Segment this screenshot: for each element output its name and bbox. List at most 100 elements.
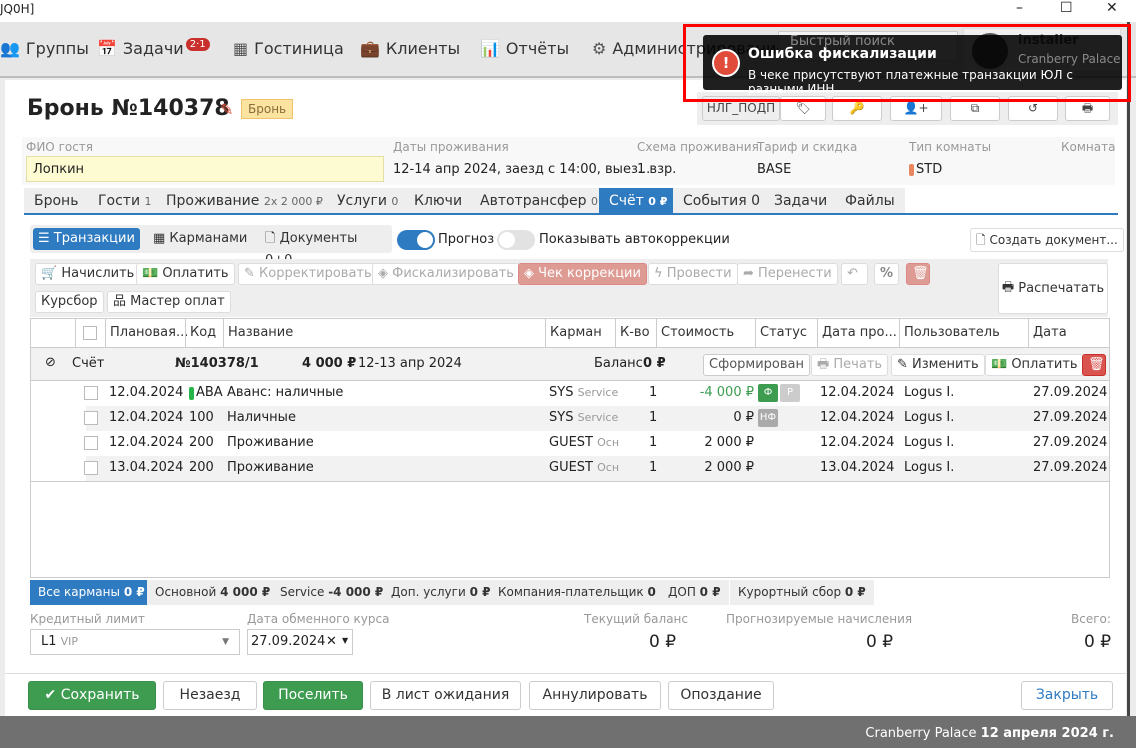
pocket-tab-main[interactable]: Основной 4 000 ₽	[147, 580, 279, 605]
col-name[interactable]: Название	[223, 319, 293, 347]
col-pocket[interactable]: Карман	[545, 319, 602, 347]
col-cost[interactable]: Стоимость	[656, 319, 734, 347]
checkin-button[interactable]: Поселить	[263, 681, 363, 710]
print-button[interactable]: 🖶 Распечатать	[998, 263, 1108, 314]
briefcase-icon: 💼	[360, 39, 380, 58]
cell-user: Logus I.	[904, 460, 955, 475]
credit-limit-select[interactable]: L1 VIP ▼	[30, 629, 240, 655]
pocket-tab-dop[interactable]: ДОП 0 ₽	[660, 580, 729, 605]
row-checkbox[interactable]	[84, 386, 98, 400]
tab-bill[interactable]: Счёт 0 ₽	[599, 188, 678, 214]
row-checkbox[interactable]	[84, 411, 98, 425]
print-label: Распечатать	[1018, 281, 1105, 296]
cell-cost: -4 000 ₽	[699, 385, 754, 400]
row-checkbox[interactable]	[84, 461, 98, 475]
nav-groups[interactable]: 👥 Группы	[0, 39, 89, 58]
cell-name: Аванс: наличные	[227, 385, 344, 400]
undo-icon[interactable]: ↶	[841, 263, 868, 285]
nav-tasks[interactable]: 📅 Задачи 2·1	[97, 38, 210, 58]
tab-guests[interactable]: Гости 1	[88, 188, 162, 214]
late-button[interactable]: Опоздание	[668, 681, 774, 710]
correction-check-button[interactable]: ◈ Чек коррекции	[518, 263, 647, 285]
pocket-tab-all[interactable]: Все карманы 0 ₽	[30, 580, 153, 605]
pocket-tab-company[interactable]: Компания-плательщик 0 ₽	[490, 580, 677, 605]
delete-icon[interactable]: 🗑	[906, 263, 930, 285]
tab-keys[interactable]: Ключи	[404, 188, 473, 214]
row-checkbox[interactable]	[84, 436, 98, 450]
percent-button[interactable]: %	[874, 263, 899, 285]
tab-events[interactable]: События 0	[673, 188, 771, 214]
col-status[interactable]: Статус	[755, 319, 807, 347]
maximize-button[interactable]: ☐	[1060, 0, 1073, 16]
pay-button[interactable]: 💵 Оплатить	[136, 263, 235, 285]
subtab-pockets[interactable]: ▦ Карманами	[148, 228, 252, 250]
cancel-booking-button[interactable]: Аннулировать	[529, 681, 661, 710]
forecast-toggle[interactable]	[397, 230, 435, 250]
rate-value[interactable]: BASE	[757, 162, 791, 177]
charge-button[interactable]: 🛒 Начислить	[35, 263, 141, 285]
table-row[interactable]: 12.04.2024 100 Наличные SYS Service 1 0 …	[84, 406, 1109, 431]
scheme-value[interactable]: 1 взр.	[637, 162, 676, 177]
waitlist-button[interactable]: В лист ожидания	[370, 681, 521, 710]
autocorrection-label: Показывать автокоррекции	[539, 232, 730, 247]
col-code[interactable]: Код	[185, 319, 216, 347]
bill-delete-icon[interactable]: 🗑	[1082, 354, 1106, 376]
pocket-tab-resort-fee[interactable]: Курортный сбор 0 ₽	[730, 580, 874, 605]
collapse-icon[interactable]: ⊘	[45, 355, 56, 370]
post-button[interactable]: ϟ Провести	[648, 263, 738, 285]
cell-date: 13.04.2024	[109, 460, 184, 475]
pocket-tab-service[interactable]: Service -4 000 ₽	[272, 580, 392, 605]
title-bar: JQ0H] – ☐ ✕	[0, 0, 1136, 22]
bill-pay-button[interactable]: 💵 Оплатить	[985, 354, 1084, 376]
table-row[interactable]: 12.04.2024 200 Проживание GUEST Осн 1 2 …	[84, 431, 1109, 456]
close-window-button[interactable]: ✕	[1106, 0, 1118, 16]
col-user[interactable]: Пользователь	[899, 319, 1000, 347]
roomtype-value[interactable]: STD	[916, 162, 942, 177]
nav-reports[interactable]: 📊 Отчёты	[480, 39, 569, 58]
nav-hotel[interactable]: ▦ Гостиница	[233, 39, 344, 58]
pocket-tab-extra[interactable]: Доп. услуги 0 ₽	[383, 580, 499, 605]
nav-clients[interactable]: 💼 Клиенты	[360, 39, 460, 58]
dates-value[interactable]: 12-14 апр 2024, заезд с 14:00, выез...	[393, 162, 650, 177]
window-title: JQ0H]	[0, 2, 35, 16]
tab-stay[interactable]: Проживание 2x 2 000 ₽	[156, 188, 333, 214]
tab-booking[interactable]: Бронь	[24, 188, 89, 214]
col-created[interactable]: Дата созд...	[1028, 319, 1109, 368]
table-row[interactable]: 13.04.2024 200 Проживание GUEST Осн 1 2 …	[84, 456, 1109, 481]
tab-transfer[interactable]: Автотрансфер 0	[470, 188, 608, 214]
current-balance-label: Текущий баланс	[584, 612, 688, 626]
pay-wizard-button[interactable]: 品 Мастер оплат	[107, 291, 231, 313]
cell-date: 12.04.2024	[109, 410, 184, 425]
close-button[interactable]: Закрыть	[1021, 681, 1113, 710]
table-row[interactable]: 12.04.2024 АВА Аванс: наличные SYS Servi…	[84, 381, 1109, 406]
bill-edit-button[interactable]: ✎ Изменить	[891, 354, 985, 376]
calendar-check-icon: 📅	[97, 39, 117, 58]
guest-name-field[interactable]: Лопкин	[26, 156, 384, 182]
rate-date-input[interactable]: 27.09.2024 ✕ ▼	[247, 629, 353, 655]
bill-state-button[interactable]: Сформирован	[703, 354, 810, 376]
fiscalize-button[interactable]: ◈ Фискализировать	[372, 263, 520, 285]
col-planned-date[interactable]: Плановая...	[105, 319, 188, 347]
correct-button[interactable]: ✎ Корректировать	[238, 263, 378, 285]
bill-print-button[interactable]: 🖶 Печать	[811, 354, 889, 376]
pencil-icon[interactable]: ✎	[220, 100, 233, 119]
subtab-documents[interactable]: 🗋 Документы 0+0	[260, 228, 392, 268]
subtab-transactions[interactable]: ☰ Транзакции	[33, 228, 140, 250]
transfer-button[interactable]: ➦ Перенести	[737, 263, 838, 285]
quick-search-placeholder[interactable]: Быстрый поиск	[790, 34, 895, 49]
minimize-button[interactable]: –	[1016, 0, 1023, 16]
nonfiscal-status-badge: НФ	[758, 409, 778, 427]
save-button[interactable]: ✔ Сохранить	[28, 681, 156, 710]
create-document-button[interactable]: 🗋 Создать документ...	[970, 228, 1124, 252]
tab-services[interactable]: Услуги 0	[327, 188, 409, 214]
kursbor-button[interactable]: Курсбор	[35, 291, 104, 313]
cell-code: 100	[189, 410, 214, 425]
tab-files[interactable]: Файлы	[835, 188, 905, 214]
col-qty[interactable]: К-во	[615, 319, 650, 347]
col-post-date[interactable]: Дата про...	[817, 319, 897, 347]
noshow-button[interactable]: Незаезд	[163, 681, 257, 710]
nav-label: Клиенты	[385, 39, 461, 58]
autocorrection-toggle[interactable]	[497, 230, 535, 250]
tab-tasks[interactable]: Задачи	[764, 188, 838, 214]
nav-label: Гостиница	[254, 39, 344, 58]
